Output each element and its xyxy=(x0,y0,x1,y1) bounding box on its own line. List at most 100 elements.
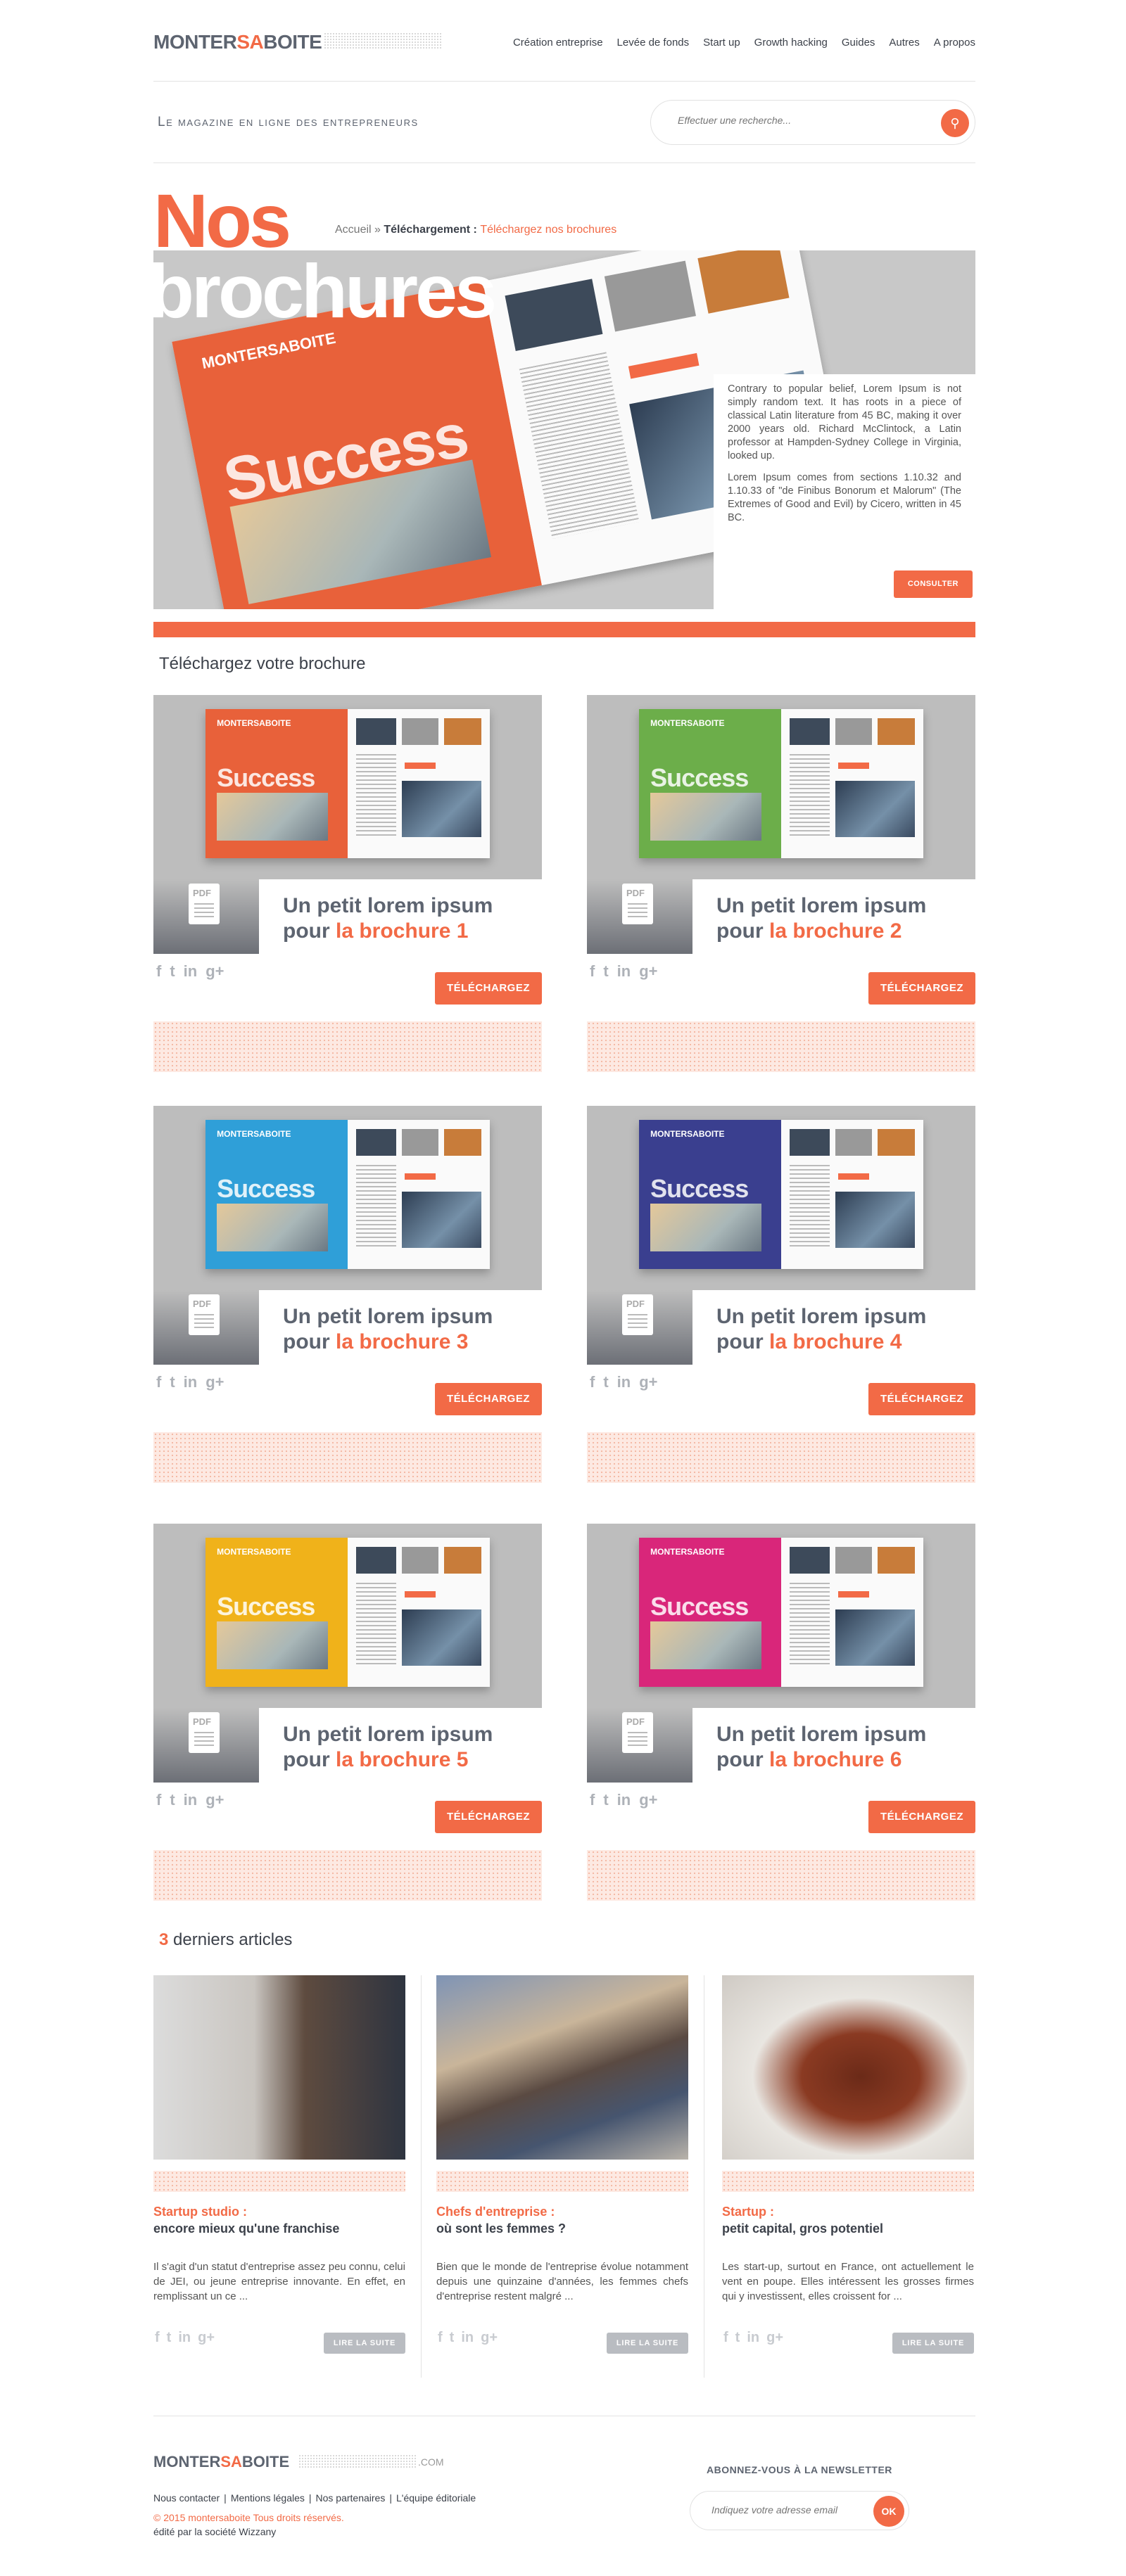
read-more-button[interactable]: LIRE LA SUITE xyxy=(324,2333,405,2354)
facebook-icon[interactable]: f xyxy=(590,962,595,981)
site-header: MONTERSABOITE Création entreprise Levée … xyxy=(153,0,975,82)
article-excerpt: Les start-up, surtout en France, ont act… xyxy=(722,2261,974,2302)
footer-link-partners[interactable]: Nos partenaires xyxy=(316,2492,386,2504)
brochure-preview-image[interactable]: MONTERSABOITESuccess story xyxy=(153,695,542,879)
twitter-icon[interactable]: t xyxy=(450,2330,455,2346)
brochure-cover: MONTERSABOITESuccess story xyxy=(639,709,781,858)
twitter-icon[interactable]: t xyxy=(603,962,608,981)
twitter-icon[interactable]: t xyxy=(170,1373,175,1391)
consult-button[interactable]: CONSULTER xyxy=(893,570,973,598)
linkedin-icon[interactable]: in xyxy=(617,962,631,981)
nav-item-guides[interactable]: Guides xyxy=(842,37,875,49)
brochure-preview-image[interactable]: MONTERSABOITESuccess story xyxy=(153,1106,542,1290)
article-divider xyxy=(421,1975,422,2378)
googleplus-icon[interactable]: g+ xyxy=(481,2330,498,2346)
tagline: Le magazine en ligne des entrepreneurs xyxy=(158,115,419,129)
brochure-preview-image[interactable]: MONTERSABOITESuccess story xyxy=(587,1106,975,1290)
footer-link-contact[interactable]: Nous contacter xyxy=(153,2492,220,2504)
googleplus-icon[interactable]: g+ xyxy=(639,1791,657,1809)
facebook-icon[interactable]: f xyxy=(156,1791,161,1809)
twitter-icon[interactable]: t xyxy=(735,2330,740,2346)
newsletter-submit-button[interactable]: OK xyxy=(873,2496,904,2527)
search-icon[interactable]: ⚲ xyxy=(941,109,969,137)
breadcrumb-current: Téléchargez nos brochures xyxy=(480,224,617,236)
linkedin-icon[interactable]: in xyxy=(184,1373,198,1391)
brochure-dot-pattern xyxy=(587,1850,975,1901)
nav-item-autres[interactable]: Autres xyxy=(889,37,919,49)
newsletter-email-input[interactable] xyxy=(711,2504,859,2516)
article-card-2[interactable]: Chefs d'entreprise : où sont les femmes … xyxy=(436,1975,688,2369)
brochure-preview-image[interactable]: MONTERSABOITESuccess story xyxy=(587,695,975,879)
download-button[interactable]: TÉLÉCHARGEZ xyxy=(868,1801,975,1833)
linkedin-icon[interactable]: in xyxy=(617,1373,631,1391)
brochure-magazine: MONTERSABOITESuccess story xyxy=(639,1120,923,1269)
googleplus-icon[interactable]: g+ xyxy=(198,2330,215,2346)
footer-logo-dots xyxy=(298,2454,417,2468)
footer-link-team[interactable]: L'équipe éditoriale xyxy=(396,2492,476,2504)
twitter-icon[interactable]: t xyxy=(170,1791,175,1809)
brochure-magazine: MONTERSABOITESuccess story xyxy=(205,1120,490,1269)
facebook-icon[interactable]: f xyxy=(156,962,161,981)
brochure-preview-image[interactable]: MONTERSABOITESuccess story xyxy=(153,1524,542,1708)
pdf-icon: PDF xyxy=(622,884,653,924)
brochure-dot-pattern xyxy=(153,1432,542,1483)
download-button[interactable]: TÉLÉCHARGEZ xyxy=(435,1801,542,1833)
footer-link-legal[interactable]: Mentions légales xyxy=(231,2492,305,2504)
nav-item-startup[interactable]: Start up xyxy=(703,37,740,49)
twitter-icon[interactable]: t xyxy=(603,1791,608,1809)
article-title[interactable]: encore mieux qu'une franchise xyxy=(153,2221,405,2236)
linkedin-icon[interactable]: in xyxy=(747,2330,759,2346)
search-input[interactable] xyxy=(678,115,917,126)
brochure-dot-pattern xyxy=(153,1850,542,1901)
download-button[interactable]: TÉLÉCHARGEZ xyxy=(868,1383,975,1415)
brochure-title: Un petit lorem ipsum pour la brochure 2 xyxy=(716,894,927,943)
nav-item-growth[interactable]: Growth hacking xyxy=(754,37,828,49)
read-more-button[interactable]: LIRE LA SUITE xyxy=(892,2333,974,2354)
facebook-icon[interactable]: f xyxy=(438,2330,443,2346)
article-title[interactable]: petit capital, gros potentiel xyxy=(722,2221,974,2236)
facebook-icon[interactable]: f xyxy=(590,1791,595,1809)
main-nav: Création entreprise Levée de fonds Start… xyxy=(513,37,975,49)
brochure-card-1: MONTERSABOITESuccess story PDF Un petit lo… xyxy=(153,695,542,1072)
breadcrumb-home[interactable]: Accueil xyxy=(335,224,372,236)
googleplus-icon[interactable]: g+ xyxy=(205,1791,224,1809)
linkedin-icon[interactable]: in xyxy=(184,962,198,981)
brochure-share: f t in g+ xyxy=(590,1791,658,1809)
googleplus-icon[interactable]: g+ xyxy=(205,1373,224,1391)
googleplus-icon[interactable]: g+ xyxy=(205,962,224,981)
breadcrumb-section[interactable]: Téléchargement xyxy=(384,224,470,236)
facebook-icon[interactable]: f xyxy=(155,2330,160,2346)
article-title[interactable]: où sont les femmes ? xyxy=(436,2221,688,2236)
facebook-icon[interactable]: f xyxy=(156,1373,161,1391)
nav-item-creation[interactable]: Création entreprise xyxy=(513,37,603,49)
brochure-preview-image[interactable]: MONTERSABOITESuccess story xyxy=(587,1524,975,1708)
article-card-3[interactable]: Startup : petit capital, gros potentiel … xyxy=(722,1975,974,2369)
download-button[interactable]: TÉLÉCHARGEZ xyxy=(435,972,542,1005)
article-card-1[interactable]: Startup studio : encore mieux qu'une fra… xyxy=(153,1975,405,2369)
newsletter-title: ABONNEZ-VOUS À LA NEWSLETTER xyxy=(707,2464,892,2475)
download-button[interactable]: TÉLÉCHARGEZ xyxy=(868,972,975,1005)
brochure-share: f t in g+ xyxy=(590,962,658,981)
footer-logo[interactable]: MONTERSABOITE xyxy=(153,2453,289,2471)
article-category: Chefs d'entreprise : xyxy=(436,2205,555,2219)
linkedin-icon[interactable]: in xyxy=(617,1791,631,1809)
linkedin-icon[interactable]: in xyxy=(461,2330,474,2346)
twitter-icon[interactable]: t xyxy=(167,2330,172,2346)
breadcrumb: Accueil » Téléchargement : Téléchargez n… xyxy=(335,224,617,236)
read-more-button[interactable]: LIRE LA SUITE xyxy=(607,2333,688,2354)
facebook-icon[interactable]: f xyxy=(723,2330,728,2346)
facebook-icon[interactable]: f xyxy=(590,1373,595,1391)
brochure-magazine: MONTERSABOITESuccess story xyxy=(639,709,923,858)
linkedin-icon[interactable]: in xyxy=(178,2330,191,2346)
googleplus-icon[interactable]: g+ xyxy=(639,1373,657,1391)
twitter-icon[interactable]: t xyxy=(603,1373,608,1391)
nav-item-apropos[interactable]: A propos xyxy=(934,37,975,49)
googleplus-icon[interactable]: g+ xyxy=(766,2330,783,2346)
googleplus-icon[interactable]: g+ xyxy=(639,962,657,981)
subheader: Le magazine en ligne des entrepreneurs ⚲ xyxy=(153,82,975,163)
twitter-icon[interactable]: t xyxy=(170,962,175,981)
linkedin-icon[interactable]: in xyxy=(184,1791,198,1809)
site-logo[interactable]: MONTERSABOITE xyxy=(153,31,322,53)
download-button[interactable]: TÉLÉCHARGEZ xyxy=(435,1383,542,1415)
nav-item-levee[interactable]: Levée de fonds xyxy=(617,37,690,49)
